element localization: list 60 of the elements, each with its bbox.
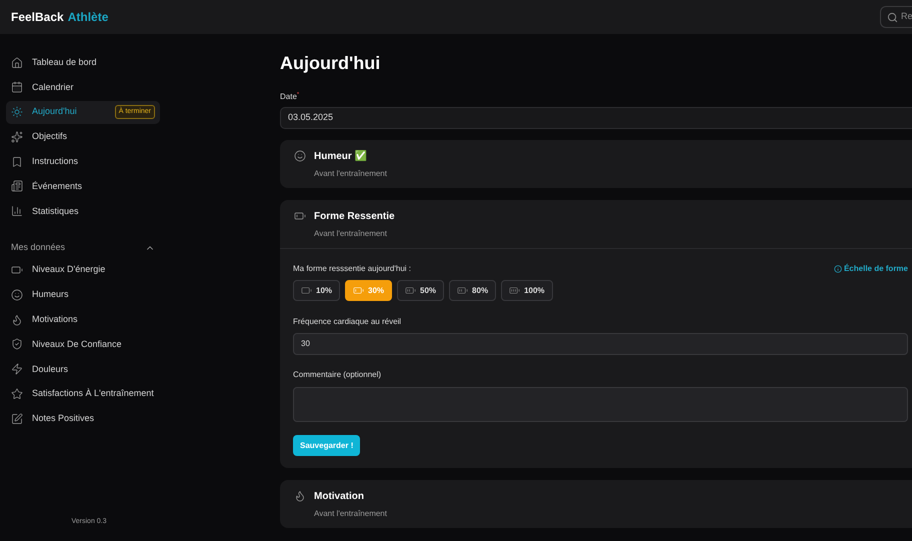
card-title: Humeur ✅	[314, 149, 368, 164]
chart-icon	[11, 205, 23, 218]
calendar-icon	[11, 81, 23, 94]
sidebar-item[interactable]: Niveaux D'énergie	[6, 258, 160, 282]
pen-icon	[11, 412, 23, 425]
battery-icon	[405, 285, 416, 296]
sidebar-item[interactable]: Événements	[6, 174, 160, 198]
section-header[interactable]: Mes données	[6, 236, 160, 259]
logo-text: Athlète	[68, 9, 108, 26]
sidebar-item[interactable]: Objectifs	[6, 125, 160, 148]
sidebar-item[interactable]: Tableau de bord	[6, 51, 160, 74]
newspaper-icon	[11, 180, 23, 192]
heart-rate-field[interactable]: 30	[293, 333, 908, 355]
sidebar-item[interactable]: Satisfactions À L'entraînement	[6, 382, 160, 406]
logo-text: FeelBack	[11, 9, 64, 26]
level-option[interactable]: 50%	[397, 280, 444, 301]
sidebar-item[interactable]: Statistiques	[6, 200, 160, 223]
sidebar-item[interactable]: Humeurs	[6, 283, 160, 306]
battery-icon	[509, 285, 520, 296]
field-label: Fréquence cardiaque au réveil	[293, 316, 402, 328]
field-label: Commentaire (optionnel)	[293, 369, 382, 381]
scale-link[interactable]: Échelle de forme	[834, 263, 908, 275]
sidebar-item[interactable]: Instructions	[6, 150, 160, 174]
date-field[interactable]: 03.05.2025	[280, 107, 912, 129]
home-icon	[11, 56, 23, 68]
flame-icon	[294, 490, 306, 502]
star-icon	[11, 388, 23, 400]
bookmark-icon	[11, 156, 23, 168]
comment-field[interactable]	[293, 387, 908, 422]
question-label: Ma forme resssentie aujourd'hui :	[293, 263, 412, 275]
shield-icon	[11, 338, 23, 350]
level-option[interactable]: 100%	[501, 280, 553, 301]
flame-icon	[11, 314, 23, 326]
sidebar-item[interactable]: Calendrier	[6, 76, 160, 99]
info-icon	[834, 265, 842, 273]
battery-icon	[353, 285, 364, 296]
search-icon	[887, 12, 898, 22]
battery-icon	[301, 285, 312, 296]
field-label: Date$^{*}$	[280, 91, 300, 103]
card-subtitle: Avant l'entraînement	[314, 228, 388, 240]
card-subtitle: Avant l'entraînement	[314, 168, 387, 180]
level-option[interactable]: 10%	[293, 280, 340, 301]
sidebar-item[interactable]: Notes Positives	[6, 407, 160, 430]
level-option[interactable]: 80%	[449, 280, 496, 301]
sidebar-item[interactable]: Douleurs	[6, 358, 160, 381]
battery-icon	[11, 264, 23, 276]
card-subtitle: Avant l'entraînement	[314, 508, 387, 520]
sidebar-item[interactable]: Niveaux De Confiance	[6, 332, 160, 356]
battery-icon	[294, 210, 306, 222]
sun-icon	[11, 106, 23, 118]
sidebar-item[interactable]: Motivations	[6, 308, 160, 332]
lightning-icon	[11, 363, 23, 376]
search-field[interactable]: Re	[880, 6, 912, 28]
sparkles-icon	[11, 130, 23, 143]
card-title: Motivation	[314, 490, 365, 504]
smile-icon	[11, 288, 23, 301]
smile-icon	[294, 150, 306, 162]
card-title: Forme Ressentie	[314, 210, 395, 224]
battery-icon	[457, 285, 468, 296]
page-title: Aujourd'hui	[280, 52, 382, 75]
